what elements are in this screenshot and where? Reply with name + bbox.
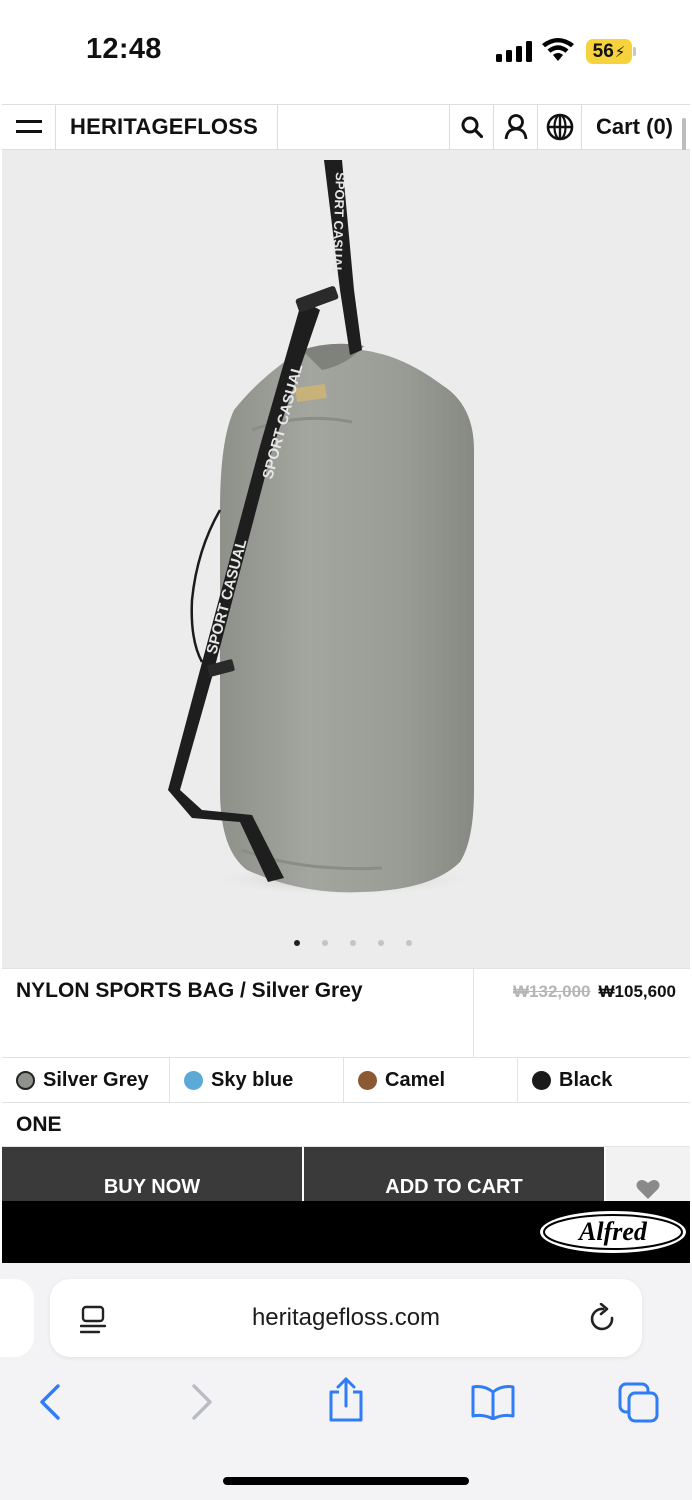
color-swatch <box>358 1070 377 1090</box>
color-option-black[interactable]: Black <box>518 1058 690 1102</box>
wishlist-button[interactable] <box>606 1147 690 1201</box>
color-option-silver-grey[interactable]: Silver Grey <box>2 1058 170 1102</box>
product-title: NYLON SPORTS BAG / Silver Grey <box>2 969 474 1057</box>
buy-now-label: BUY NOW <box>103 1176 201 1198</box>
search-button[interactable] <box>450 105 494 149</box>
carousel-dot[interactable] <box>322 940 328 946</box>
menu-icon <box>15 120 42 133</box>
cellular-signal-icon <box>496 40 532 62</box>
product-image-carousel[interactable]: SPORT CASUAL SPORT CASUAL SPORT CASUAL <box>2 150 690 968</box>
brand-logo-link[interactable]: HERITAGEFLOSS <box>56 105 278 149</box>
original-price: ₩132,000 <box>513 982 591 1001</box>
carousel-dot[interactable] <box>378 940 384 946</box>
user-icon <box>504 114 527 140</box>
status-time: 12:48 <box>86 33 162 65</box>
back-arrow-icon[interactable] <box>36 1382 66 1422</box>
bookmarks-icon[interactable] <box>470 1384 516 1420</box>
battery-cap <box>633 47 636 56</box>
buy-now-button[interactable]: BUY NOW <box>2 1147 304 1201</box>
menu-button[interactable] <box>2 105 56 149</box>
add-to-cart-label: ADD TO CART <box>385 1176 523 1198</box>
sale-price: ₩105,600 <box>598 982 677 1001</box>
heart-icon <box>636 1180 660 1199</box>
alfred-logo: Alfred <box>540 1211 686 1253</box>
color-swatch <box>16 1070 35 1090</box>
alfred-banner[interactable]: Alfred <box>2 1201 690 1263</box>
share-icon[interactable] <box>326 1376 366 1424</box>
account-button[interactable] <box>494 105 538 149</box>
site-header: HERITAGEFLOSS Cart (0) <box>2 104 690 150</box>
product-photo: SPORT CASUAL SPORT CASUAL SPORT CASUAL <box>168 160 484 896</box>
size-option[interactable]: ONE <box>2 1103 690 1147</box>
search-icon <box>461 116 483 138</box>
cart-link[interactable]: Cart (0) <box>582 105 690 149</box>
battery-level: 56 <box>592 40 614 62</box>
url-text: heritagefloss.com <box>251 1304 441 1331</box>
color-option-sky-blue[interactable]: Sky blue <box>170 1058 344 1102</box>
battery-icon: 56 ⚡ <box>586 39 632 64</box>
color-swatch <box>532 1070 551 1090</box>
action-buttons: BUY NOW ADD TO CART <box>2 1147 690 1201</box>
header-spacer <box>278 105 450 149</box>
color-label: Camel <box>385 1068 446 1091</box>
add-to-cart-button[interactable]: ADD TO CART <box>304 1147 606 1201</box>
color-options: Silver Grey Sky blue Camel Black <box>2 1058 690 1103</box>
previous-tab-card[interactable] <box>0 1279 34 1357</box>
size-label: ONE <box>16 1112 62 1136</box>
status-bar: 12:48 56 ⚡ <box>0 0 692 104</box>
color-label: Silver Grey <box>43 1068 149 1091</box>
carousel-dot[interactable] <box>350 940 356 946</box>
color-swatch <box>184 1070 203 1090</box>
carousel-dots <box>2 940 690 946</box>
product-info-row: NYLON SPORTS BAG / Silver Grey ₩132,000 ₩… <box>2 968 690 1058</box>
color-option-camel[interactable]: Camel <box>344 1058 518 1102</box>
price: ₩132,000 ₩105,600 <box>474 969 690 1057</box>
color-label: Sky blue <box>211 1068 294 1091</box>
alfred-logo-text: Alfred <box>577 1217 648 1246</box>
tabs-icon[interactable] <box>618 1382 660 1424</box>
address-bar[interactable]: heritagefloss.com <box>50 1279 642 1357</box>
carousel-dot[interactable] <box>294 940 300 946</box>
globe-icon <box>546 113 573 141</box>
home-indicator[interactable] <box>223 1477 469 1485</box>
language-button[interactable] <box>538 105 582 149</box>
color-label: Black <box>559 1068 613 1091</box>
forward-arrow-icon[interactable] <box>186 1382 216 1422</box>
wifi-icon <box>542 38 574 61</box>
reload-icon[interactable] <box>588 1303 618 1335</box>
page-menu-icon[interactable] <box>80 1305 108 1335</box>
carousel-dot[interactable] <box>406 940 412 946</box>
